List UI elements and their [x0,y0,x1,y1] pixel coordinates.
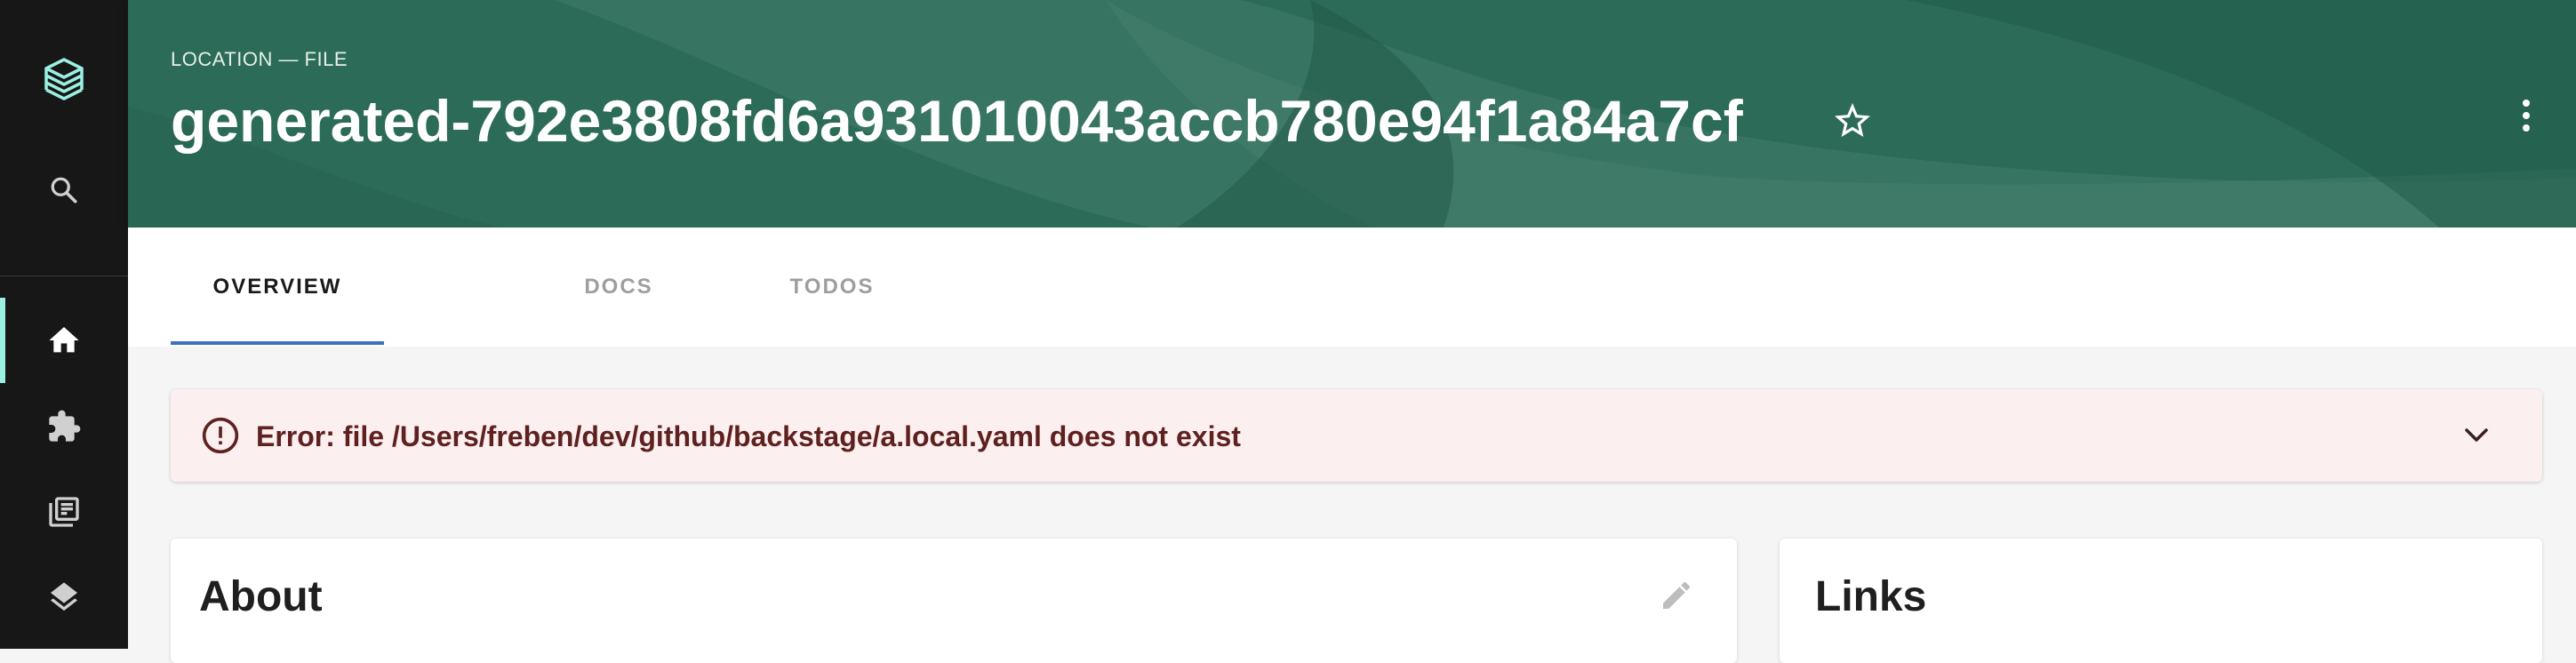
home-icon [49,327,79,353]
sidebar-item-layers[interactable] [0,555,128,640]
entity-header: LOCATION — FILE generated-792e3808fd6a93… [128,0,2576,228]
tab-overview[interactable]: OVERVIEW [171,228,384,347]
error-outline-icon [202,417,239,454]
sidebar [0,0,128,649]
more-vert-icon [2523,100,2530,132]
page-title: generated-792e3808fd6a931010043accb780e9… [171,88,1743,154]
backstage-logo-icon [44,58,84,100]
sidebar-search-button[interactable] [0,148,128,233]
links-card-title: Links [1815,573,1927,620]
search-icon [51,177,77,204]
pencil-icon [1663,581,1691,609]
alert-expand-button[interactable] [2450,414,2503,457]
library-books-icon [49,497,79,527]
star-outline-icon [1835,103,1870,137]
entity-type-label: LOCATION — FILE [171,48,348,70]
entity-menu-button[interactable] [2505,94,2548,137]
about-card: About [171,539,1737,663]
layers-icon [51,582,77,611]
puzzle-icon [49,410,81,442]
tab-active-indicator [171,341,384,345]
backstage-logo-button[interactable] [0,39,128,124]
tab-docs[interactable]: DOCS [512,228,725,347]
favorite-button[interactable] [1831,100,1874,142]
edit-button[interactable] [1650,569,1703,622]
sidebar-item-docs[interactable] [0,469,128,555]
about-card-title: About [199,573,323,620]
sidebar-item-home[interactable] [0,298,128,383]
error-message: Error: file /Users/freben/dev/github/bac… [256,420,1241,452]
error-alert: Error: file /Users/freben/dev/github/bac… [171,389,2542,482]
links-card: Links [1780,539,2542,663]
sidebar-item-plugins[interactable] [0,384,128,469]
entity-tabs: OVERVIEW DOCS TODOS [128,228,2576,347]
chevron-down-icon [2465,428,2488,442]
tab-todos[interactable]: TODOS [725,228,939,347]
